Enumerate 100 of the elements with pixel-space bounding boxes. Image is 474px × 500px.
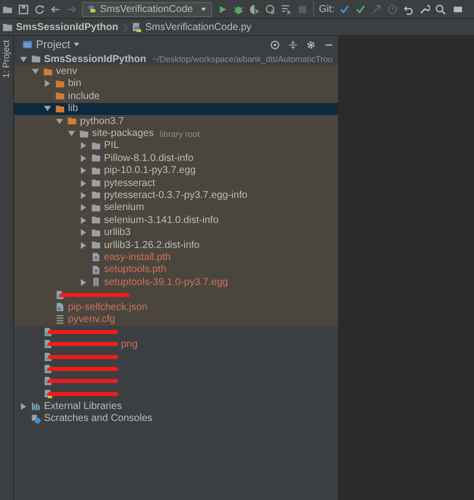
collapsed-arrow-icon[interactable] [80, 180, 87, 187]
tree-row[interactable]: venv [14, 65, 338, 78]
scratches-icon [31, 414, 41, 424]
folder-icon [91, 190, 101, 200]
settings-icon[interactable] [306, 40, 316, 50]
collapsed-arrow-icon[interactable] [80, 167, 87, 174]
tree-row[interactable]: Scratches and Consoles [14, 412, 338, 425]
caret-icon [200, 6, 207, 12]
panel-icon [22, 39, 33, 50]
collapsed-arrow-icon[interactable] [20, 402, 27, 410]
collapsed-arrow-icon[interactable] [80, 204, 87, 212]
tree-row[interactable]: pip-10.0.1-py3.7.egg [14, 164, 338, 177]
tree-item-label: bin [68, 78, 82, 90]
tree-row[interactable]: pip-selfcheck.json [14, 300, 338, 314]
file-icon [91, 252, 101, 262]
json-file-icon [55, 302, 65, 312]
tree-item-label: setuptools-39.1.0-py3.7.egg [104, 276, 228, 288]
tree-row[interactable]: include [14, 90, 338, 103]
tree-row[interactable]: urllib3 [14, 226, 338, 239]
tree-row[interactable]: SmsSessionIdPython ~/Desktop/workspace/aibank_dtt/AutomaticTrou [14, 53, 338, 66]
tree-item-label: png [121, 338, 138, 350]
tree-row[interactable]: pyvenv.cfg [14, 313, 338, 326]
tree-row[interactable]: pytesseract-0.3.7-py3.7.egg-info [14, 189, 338, 202]
tree-row[interactable]: png [14, 338, 338, 350]
tree-row[interactable]: urllib3-1.26.2.dist-info [14, 238, 338, 252]
tree-row[interactable]: setuptools-39.1.0-py3.7.egg [14, 276, 338, 288]
tree-item-label: pip-selfcheck.json [68, 302, 148, 312]
folder-icon [2, 22, 13, 32]
collapsed-arrow-icon[interactable] [80, 192, 87, 199]
tree-row[interactable]: Pillow-8.1.0.dist-info [14, 152, 338, 165]
file-icon [91, 264, 101, 275]
expanded-arrow-icon[interactable] [32, 68, 39, 76]
tree-item-label: pip-10.0.1-py3.7.egg [104, 165, 196, 176]
tree-row[interactable]: setuptools.pth [14, 264, 338, 276]
tree-item-label: urllib3 [104, 227, 131, 238]
tree-row[interactable]: easy-install.pth [14, 251, 338, 264]
search-icon[interactable] [435, 4, 446, 14]
expanded-arrow-icon[interactable] [20, 56, 27, 63]
collapsed-arrow-icon[interactable] [80, 229, 87, 236]
save-icon[interactable] [18, 4, 29, 14]
expanded-arrow-icon[interactable] [56, 118, 63, 125]
folder-icon [91, 153, 101, 164]
expanded-arrow-icon[interactable] [68, 130, 75, 138]
tree-row[interactable]: lib [14, 102, 338, 115]
tree-row[interactable]: selenium [14, 202, 338, 214]
folder-icon [91, 240, 101, 250]
folder-icon [91, 228, 101, 238]
sync-icon[interactable] [34, 4, 45, 14]
tree-row[interactable]: External Libraries [14, 400, 338, 412]
tree-item-label: pytesseract-0.3.7-py3.7.egg-info [104, 190, 248, 201]
chevron-icon [123, 22, 128, 32]
breadcrumb-item[interactable]: SmsSessionIdPython [16, 22, 118, 32]
path-hint: library root [160, 128, 200, 139]
list-run-icon[interactable] [280, 4, 292, 14]
collapsed-arrow-icon[interactable] [80, 242, 87, 249]
expanded-arrow-icon[interactable] [44, 105, 51, 112]
tree-row[interactable]: selenium-3.141.0.dist-info [14, 214, 338, 226]
collapsed-arrow-icon[interactable] [80, 142, 87, 150]
collapsed-arrow-icon[interactable] [80, 278, 87, 286]
profiler-icon[interactable] [264, 4, 276, 14]
tree-item-label: setuptools.pth [104, 264, 166, 276]
tree-item-label: venv [56, 66, 78, 78]
tree-item-label: urllib3-1.26.2.dist-info [104, 240, 200, 251]
caret-icon[interactable] [73, 41, 80, 48]
folder-icon [67, 116, 77, 126]
libraries-icon [31, 401, 41, 412]
tree-row[interactable]: site-packages library root [14, 127, 338, 140]
folder-icon [55, 91, 65, 102]
tree-row[interactable]: python3.7 [14, 114, 338, 128]
tree-row[interactable]: PIL [14, 140, 338, 152]
tree-item-label: easy-install.pth [104, 252, 171, 263]
folder-icon [31, 54, 41, 64]
tree-item-label: include [68, 90, 100, 102]
collapsed-arrow-icon[interactable] [80, 154, 87, 162]
tree-row[interactable]: pytesseract [14, 176, 338, 190]
tree-item-label: SmsSessionIdPython [44, 54, 146, 65]
back-arrow-icon[interactable] [50, 4, 61, 14]
folder-icon [55, 78, 65, 89]
project-side-tab[interactable]: 1: Project [1, 40, 12, 78]
target-icon[interactable] [270, 40, 280, 50]
breadcrumb-item[interactable]: SmsVerificationCode.py [145, 22, 252, 32]
collapsed-arrow-icon[interactable] [44, 80, 51, 88]
wrench-icon[interactable] [419, 4, 430, 14]
undo-icon[interactable] [403, 4, 414, 14]
collapsed-arrow-icon[interactable] [80, 216, 87, 224]
python-icon [87, 4, 97, 14]
folder-icon [91, 178, 101, 188]
folder-icon [91, 140, 101, 151]
commit-check-icon[interactable] [355, 4, 366, 14]
coverage-icon[interactable] [248, 4, 260, 14]
python-file-icon [131, 22, 142, 32]
run-configuration-dropdown[interactable]: SmsVerificationCode [82, 2, 212, 16]
tree-item-label: PIL [104, 140, 120, 152]
tree-item-label: lib [68, 103, 78, 114]
collapse-icon[interactable] [288, 40, 298, 50]
update-project-icon[interactable] [339, 4, 350, 14]
git-label: Git: [318, 4, 334, 14]
tree-item-label: python3.7 [80, 116, 124, 127]
project-view-dropdown[interactable]: Project [36, 38, 70, 50]
tree-row[interactable]: bin [14, 78, 338, 90]
